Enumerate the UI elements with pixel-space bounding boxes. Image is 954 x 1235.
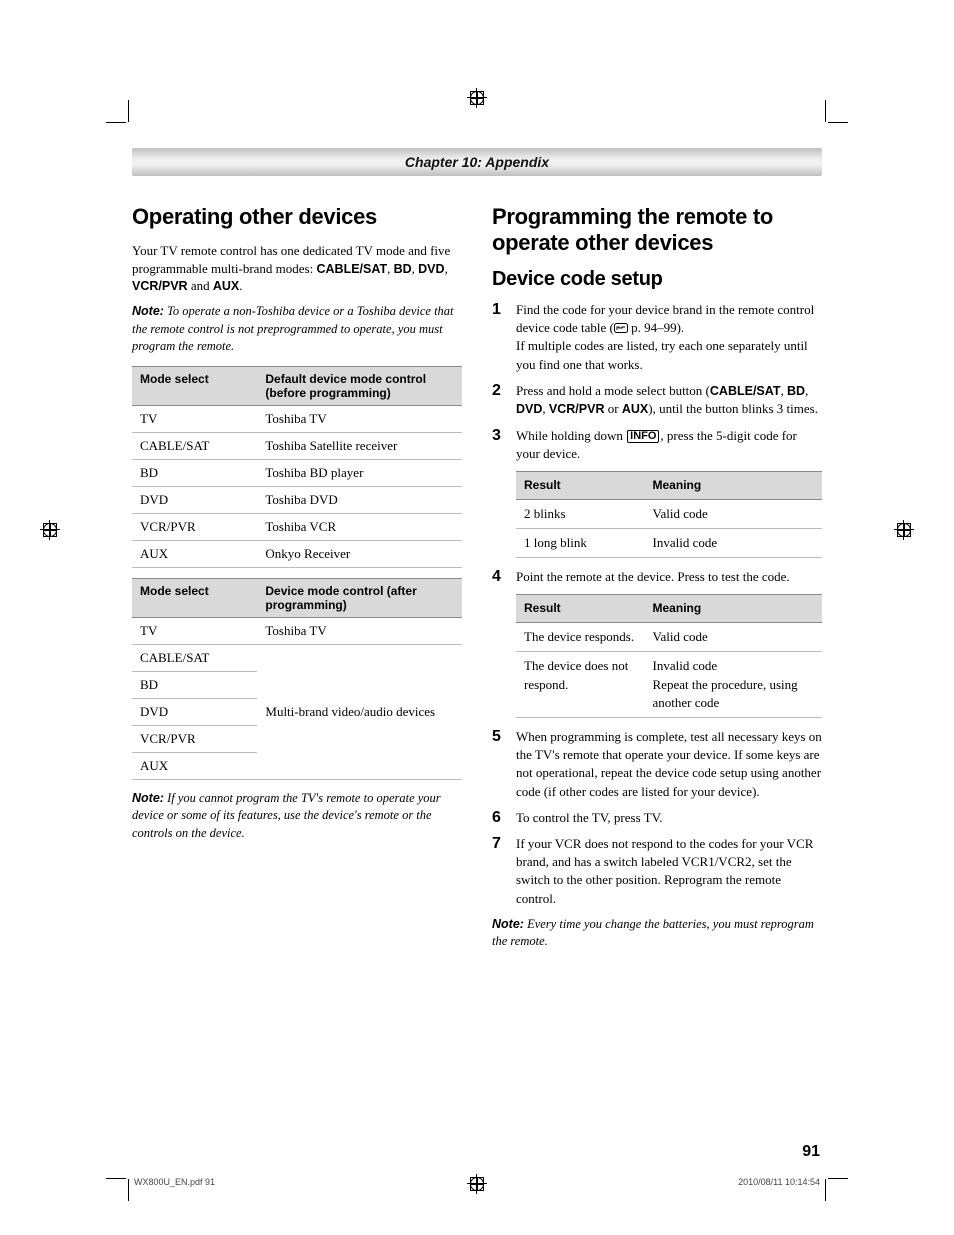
step-item: Press and hold a mode select button (CAB… [492,382,822,419]
section-heading: Programming the remote to operate other … [492,204,822,256]
col-header: Result [516,595,645,623]
col-header: Mode select [132,366,257,405]
info-button-icon: INFO [627,430,659,443]
chapter-header: Chapter 10: Appendix [132,148,822,176]
col-header: Meaning [645,595,822,623]
content-columns: Operating other devices Your TV remote c… [132,204,822,961]
col-header: Mode select [132,578,257,617]
registration-mark-icon [467,1174,487,1194]
result-table: Result Meaning 2 blinksValid code 1 long… [516,471,822,558]
note-paragraph: Note: To operate a non-Toshiba device or… [132,303,462,356]
col-header: Result [516,472,645,500]
right-column: Programming the remote to operate other … [492,204,822,961]
step-item: When programming is complete, test all n… [492,728,822,801]
subsection-heading: Device code setup [492,268,822,291]
table-row: DVDToshiba DVD [132,486,462,513]
table-row: AUXOnkyo Receiver [132,540,462,567]
note-paragraph: Note: Every time you change the batterie… [492,916,822,951]
crop-mark-icon [128,100,129,122]
table-row: 2 blinksValid code [516,499,822,528]
footer-filename: WX800U_EN.pdf 91 [134,1177,215,1187]
table-row: TVToshiba TV [132,617,462,644]
intro-paragraph: Your TV remote control has one dedicated… [132,242,462,295]
step-item: Find the code for your device brand in t… [492,301,822,374]
crop-mark-icon [128,1179,129,1201]
after-programming-table: Mode select Device mode control (after p… [132,578,462,780]
col-header: Meaning [645,472,822,500]
crop-mark-icon [106,1178,126,1179]
crop-mark-icon [106,122,126,123]
note-paragraph: Note: If you cannot program the TV's rem… [132,790,462,843]
crop-mark-icon [828,122,848,123]
manual-page: Chapter 10: Appendix Operating other dev… [0,0,954,1235]
step-item: Point the remote at the device. Press to… [492,568,822,718]
table-row: BDToshiba BD player [132,459,462,486]
col-header: Device mode control (after programming) [257,578,462,617]
chapter-title: Chapter 10: Appendix [405,154,549,170]
table-row: TVToshiba TV [132,405,462,432]
footer-timestamp: 2010/08/11 10:14:54 [738,1177,820,1187]
table-row: CABLE/SATToshiba Satellite receiver [132,432,462,459]
registration-mark-icon [467,88,487,108]
default-mode-table: Mode select Default device mode control … [132,366,462,568]
registration-mark-icon [40,520,60,540]
table-header-row: Result Meaning [516,595,822,623]
procedure-steps: Find the code for your device brand in t… [492,301,822,908]
crop-mark-icon [825,100,826,122]
section-heading: Operating other devices [132,204,462,230]
result-table: Result Meaning The device responds.Valid… [516,594,822,718]
step-item: To control the TV, press TV. [492,809,822,827]
table-header-row: Mode select Default device mode control … [132,366,462,405]
step-item: While holding down INFO, press the 5-dig… [492,427,822,559]
table-row: 1 long blinkInvalid code [516,529,822,558]
page-number: 91 [802,1143,820,1161]
table-row: VCR/PVRToshiba VCR [132,513,462,540]
step-item: If your VCR does not respond to the code… [492,835,822,908]
table-header-row: Mode select Device mode control (after p… [132,578,462,617]
table-header-row: Result Meaning [516,472,822,500]
crop-mark-icon [825,1179,826,1201]
table-row: The device responds.Valid code [516,623,822,652]
left-column: Operating other devices Your TV remote c… [132,204,462,961]
crop-mark-icon [828,1178,848,1179]
table-row: CABLE/SATMulti-brand video/audio devices [132,644,462,671]
reference-icon [614,320,628,335]
col-header: Default device mode control (before prog… [257,366,462,405]
registration-mark-icon [894,520,914,540]
table-row: The device does not respond.Invalid code… [516,652,822,718]
